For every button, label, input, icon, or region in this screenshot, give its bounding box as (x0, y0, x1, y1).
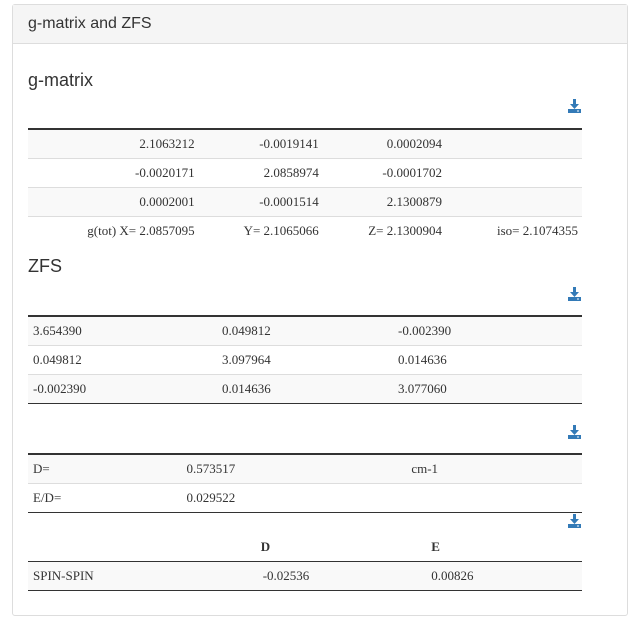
table-row: -0.0020171 2.0858974 -0.0001702 (28, 158, 582, 188)
table-cell: 0.049812 (28, 345, 217, 375)
column-header-d: D (260, 533, 432, 562)
ed-unit (369, 483, 582, 513)
column-header (28, 533, 261, 562)
spin-spin-d: -0.02536 (260, 561, 432, 591)
d-value: 0.573517 (181, 454, 370, 484)
column-header-e: E (431, 533, 582, 562)
table-header-row: D E (28, 533, 582, 562)
table-row: 0.0002001 -0.0001514 2.1300879 (28, 187, 582, 217)
table-cell: -0.0001514 (194, 187, 319, 217)
gtot-row: g(tot) X= 2.0857095 Y= 2.1065066 Z= 2.13… (28, 216, 582, 245)
spin-spin-table: D E SPIN-SPIN -0.02536 0.00826 (28, 533, 582, 591)
panel-title: g-matrix and ZFS (13, 5, 627, 44)
download-icon[interactable] (568, 287, 581, 301)
d-unit: cm-1 (369, 454, 582, 484)
table-cell: 2.0858974 (194, 158, 319, 188)
table-cell: -0.002390 (393, 316, 582, 346)
table-cell: 0.014636 (393, 345, 582, 375)
d-label: D= (28, 454, 182, 484)
table-cell: -0.0001702 (318, 158, 442, 188)
table-cell: 3.654390 (28, 316, 217, 346)
table-cell: 2.1063212 (28, 129, 195, 159)
table-cell: 3.097964 (217, 345, 393, 375)
table-row: 2.1063212 -0.0019141 0.0002094 (28, 129, 582, 159)
table-cell: 0.0002001 (28, 187, 195, 217)
table-cell (442, 187, 582, 217)
table-cell (442, 129, 582, 159)
download-icon[interactable] (568, 514, 581, 528)
table-cell: 0.049812 (217, 316, 393, 346)
gmatrix-title: g-matrix (28, 70, 94, 90)
table-row: D= 0.573517 cm-1 (28, 454, 582, 484)
table-cell: -0.0020171 (28, 158, 195, 188)
table-cell: 2.1300879 (318, 187, 442, 217)
table-row: E/D= 0.029522 (28, 483, 582, 513)
download-icon[interactable] (568, 425, 581, 439)
zfs-title: ZFS (28, 256, 62, 276)
d-e-table: D= 0.573517 cm-1 E/D= 0.029522 (28, 453, 582, 513)
table-cell: 3.077060 (393, 374, 582, 404)
download-icon[interactable] (568, 99, 581, 113)
gmatrix-zfs-panel: g-matrix and ZFS (12, 4, 628, 616)
spin-spin-e: 0.00826 (431, 561, 582, 591)
ed-value: 0.029522 (181, 483, 370, 513)
gtot-z: Z= 2.1300904 (318, 216, 442, 245)
gtot-iso: iso= 2.1074355 (442, 216, 582, 245)
table-row: 0.049812 3.097964 0.014636 (28, 345, 582, 375)
table-cell (442, 158, 582, 188)
table-cell: 0.0002094 (318, 129, 442, 159)
spin-spin-label: SPIN-SPIN (28, 561, 261, 591)
gtot-y: Y= 2.1065066 (194, 216, 319, 245)
table-cell: -0.0019141 (194, 129, 319, 159)
gtot-x: g(tot) X= 2.0857095 (28, 216, 195, 245)
table-row: -0.002390 0.014636 3.077060 (28, 374, 582, 404)
table-row: SPIN-SPIN -0.02536 0.00826 (28, 561, 582, 591)
ed-label: E/D= (28, 483, 182, 513)
table-row: 3.654390 0.049812 -0.002390 (28, 316, 582, 346)
table-cell: -0.002390 (28, 374, 217, 404)
table-cell: 0.014636 (217, 374, 393, 404)
gmatrix-table: 2.1063212 -0.0019141 0.0002094 -0.002017… (28, 128, 582, 245)
zfs-table: 3.654390 0.049812 -0.002390 0.049812 3.0… (28, 315, 582, 404)
